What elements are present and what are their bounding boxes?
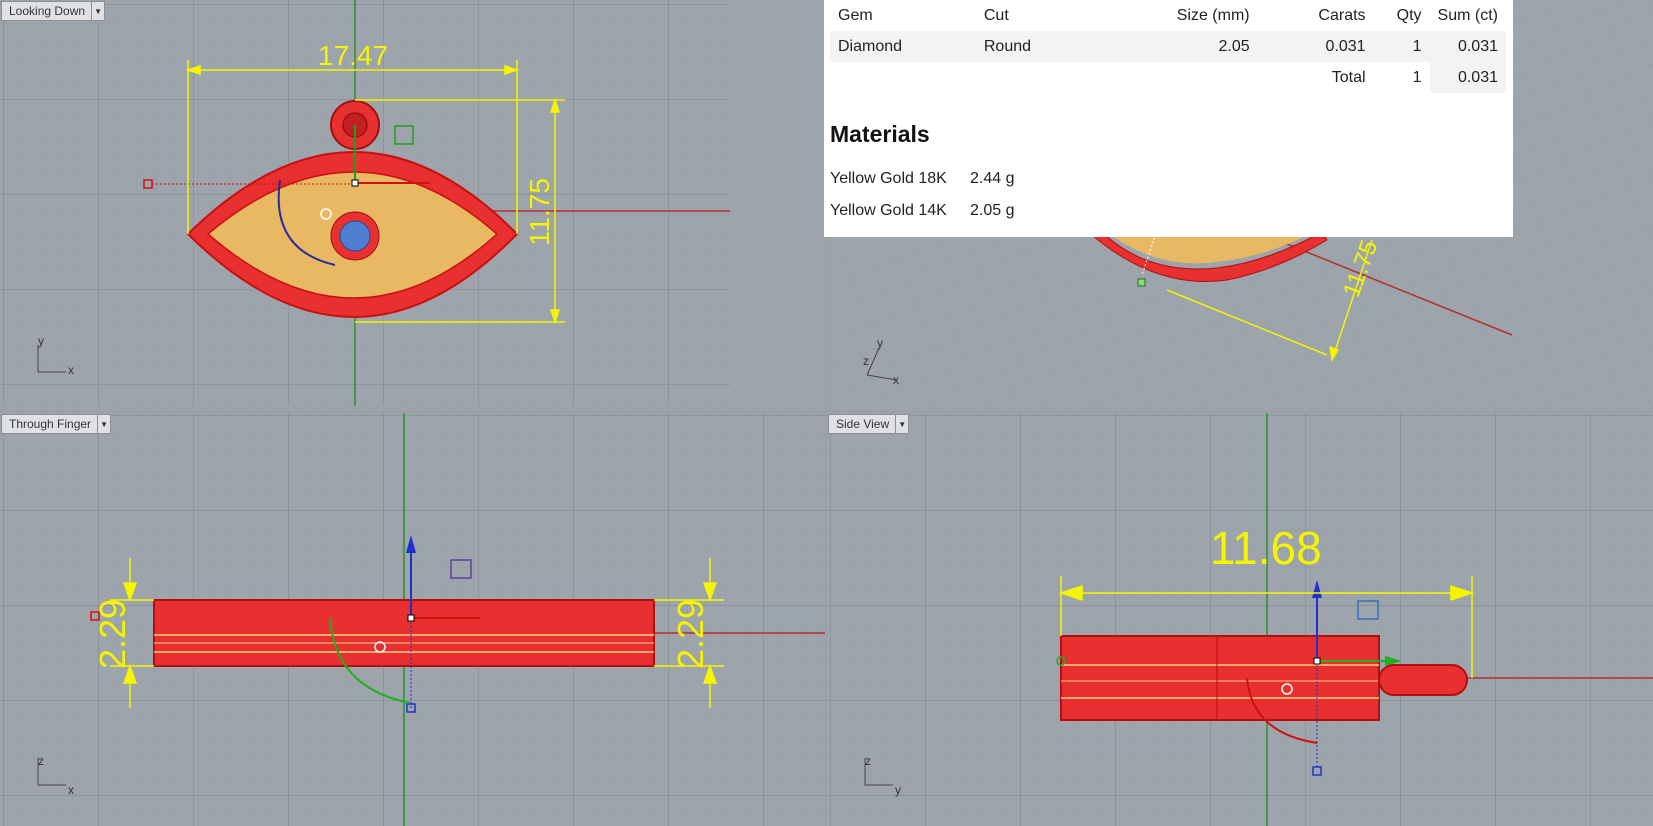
gem-table-header: Gem Cut Size (mm) Carats Qty Sum (ct) <box>830 0 1506 31</box>
gem-table: Gem Cut Size (mm) Carats Qty Sum (ct) Di… <box>830 0 1506 93</box>
dimension-width-label: 11.68 <box>1210 522 1322 574</box>
gem-report-panel: Gem Cut Size (mm) Carats Qty Sum (ct) Di… <box>824 0 1513 237</box>
axis-label-z: z <box>865 754 871 768</box>
col-gem: Gem <box>838 6 873 24</box>
cell-sum: 0.031 <box>1429 31 1506 62</box>
dropdown-arrow-icon[interactable]: ▼ <box>91 2 104 20</box>
diamond-gem <box>339 220 371 252</box>
material-weight: 2.05 g <box>970 202 1015 219</box>
total-row: Total 1 0.031 <box>830 62 1506 93</box>
material-row: Yellow Gold 18K 2.44 g <box>830 170 1014 188</box>
material-name: Yellow Gold 14K <box>830 202 947 219</box>
axis-label-x: x <box>893 373 899 387</box>
viewport-through-finger[interactable]: Through Finger ▼ 2.29 2.29 z x <box>0 413 825 826</box>
axis-label-z: z <box>863 354 869 368</box>
axis-label-y: y <box>877 336 883 350</box>
axis-label-y: y <box>895 783 901 797</box>
dimension-thickness-right-label: 2.29 <box>670 598 712 670</box>
viewport-label-text: Through Finger <box>9 417 92 431</box>
cell-carats: 0.031 <box>1257 31 1374 62</box>
table-row: Diamond Round 2.05 0.031 1 0.031 <box>830 31 1506 62</box>
col-sum: Sum (ct) <box>1437 6 1498 24</box>
material-name: Yellow Gold 18K <box>830 170 947 187</box>
viewport-grid <box>0 0 730 406</box>
axis-label-y: y <box>38 334 44 348</box>
col-qty: Qty <box>1396 6 1422 24</box>
axis-label-x: x <box>68 363 74 377</box>
dropdown-arrow-icon[interactable]: ▼ <box>97 415 110 433</box>
viewport-label[interactable]: Looking Down ▼ <box>1 1 106 21</box>
dropdown-arrow-icon[interactable]: ▼ <box>895 415 908 433</box>
col-carats: Carats <box>1318 6 1366 24</box>
col-cut: Cut <box>983 6 1009 24</box>
axis-label-x: x <box>68 783 74 797</box>
cell-cut: Round <box>975 31 1122 62</box>
total-label: Total <box>1331 68 1366 86</box>
cell-size: 2.05 <box>1121 31 1258 62</box>
total-sum: 0.031 <box>1429 62 1506 93</box>
axis-label-z: z <box>38 754 44 768</box>
materials-title: Materials <box>830 121 930 147</box>
dimension-height-label: 11.75 <box>524 178 555 246</box>
material-row: Yellow Gold 14K 2.05 g <box>830 202 1014 220</box>
viewport-label[interactable]: Through Finger ▼ <box>1 414 112 434</box>
viewport-looking-down[interactable]: Looking Down ▼ 17.47 11.75 y x <box>0 0 825 410</box>
viewport-label-text: Side View <box>836 417 890 431</box>
viewport-label[interactable]: Side View ▼ <box>828 414 910 434</box>
viewport-label-text: Looking Down <box>9 4 86 18</box>
cell-gem: Diamond <box>830 31 976 62</box>
viewport-grid <box>827 413 1653 826</box>
total-qty: 1 <box>1412 68 1422 86</box>
dimension-thickness-left-label: 2.29 <box>92 598 134 670</box>
cell-qty: 1 <box>1373 31 1430 62</box>
dimension-width-label: 17.47 <box>318 40 389 71</box>
col-size: Size (mm) <box>1176 6 1250 24</box>
material-weight: 2.44 g <box>970 170 1015 187</box>
viewport-side-view[interactable]: Side View ▼ 11.68 z y <box>827 413 1653 826</box>
